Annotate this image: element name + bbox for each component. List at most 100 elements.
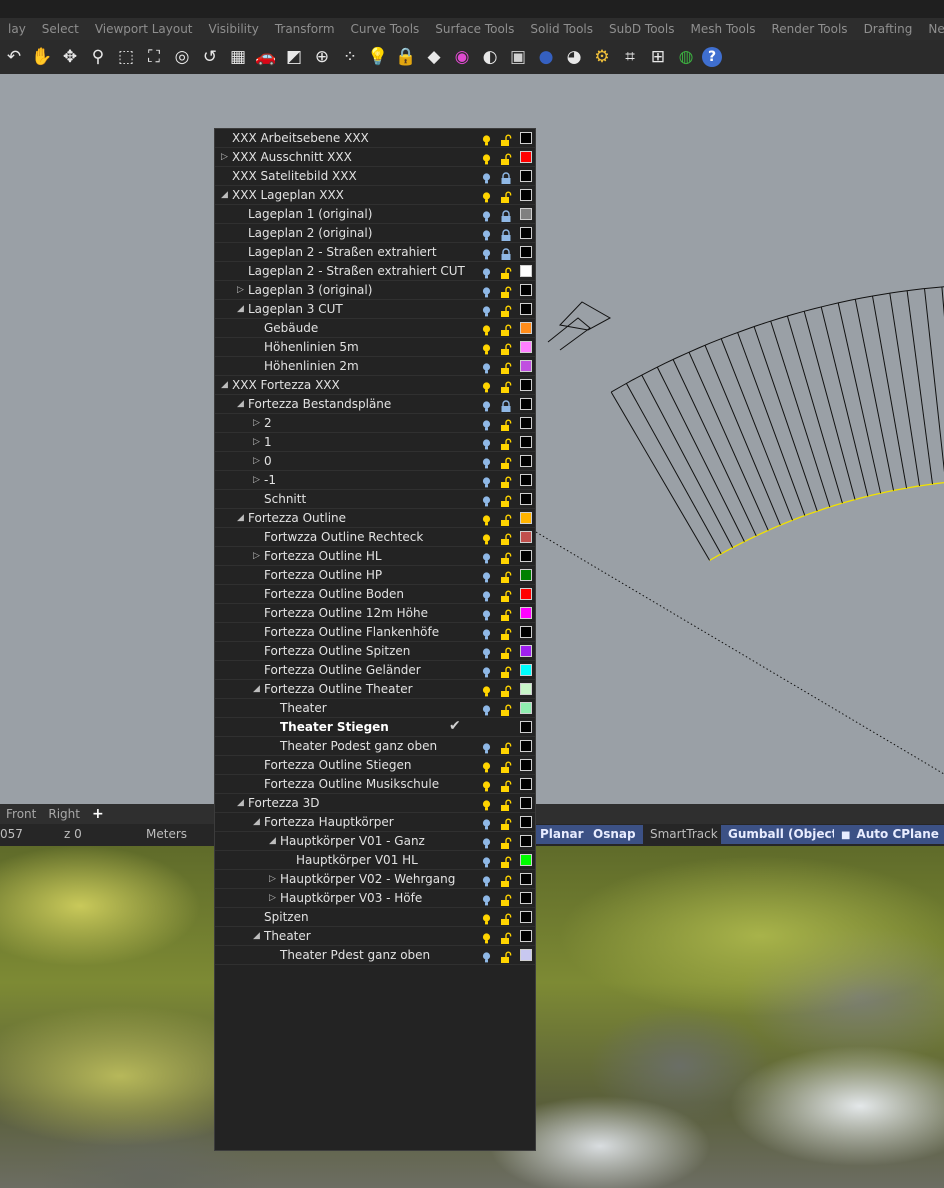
- layer-row[interactable]: Theater Stiegen ✔: [215, 718, 535, 737]
- unlocked-padlock-icon[interactable]: [500, 379, 512, 393]
- render-icon[interactable]: ▣: [506, 45, 530, 69]
- layer-color-swatch[interactable]: [520, 930, 532, 942]
- layer-color-swatch[interactable]: [520, 835, 532, 847]
- ribbon-tab-10[interactable]: Render Tools: [763, 22, 855, 36]
- layer-name[interactable]: Lageplan 3 (original): [248, 283, 372, 297]
- zoom-extents-icon[interactable]: ⛶: [142, 45, 166, 69]
- layer-name[interactable]: Fortezza Hauptkörper: [264, 815, 394, 829]
- layer-color-swatch[interactable]: [520, 721, 532, 733]
- layer-color-swatch[interactable]: [520, 949, 532, 961]
- visibility-lightbulb-icon[interactable]: [480, 797, 493, 811]
- unlocked-padlock-icon[interactable]: [500, 759, 512, 773]
- add-viewport-tab-button[interactable]: +: [86, 806, 110, 822]
- visibility-lightbulb-icon[interactable]: [480, 949, 493, 963]
- unlocked-padlock-icon[interactable]: [500, 265, 512, 279]
- smarttrack-toggle[interactable]: SmartTrack: [650, 827, 718, 841]
- layer-color-swatch[interactable]: [520, 227, 532, 239]
- units-readout[interactable]: Meters: [146, 827, 187, 841]
- help-icon[interactable]: ?: [702, 47, 722, 67]
- gear-options-icon[interactable]: ⚙: [590, 45, 614, 69]
- layer-row[interactable]: Fortezza Outline Flankenhöfe: [215, 623, 535, 642]
- visibility-lightbulb-icon[interactable]: [480, 607, 493, 621]
- layer-name[interactable]: Fortezza Outline 12m Höhe: [264, 606, 428, 620]
- layer-row[interactable]: ◢ Fortezza Outline Theater: [215, 680, 535, 699]
- layer-row[interactable]: Fortezza Outline HP: [215, 566, 535, 585]
- visibility-lightbulb-icon[interactable]: [480, 816, 493, 830]
- layer-color-swatch[interactable]: [520, 379, 532, 391]
- visibility-lightbulb-icon[interactable]: [480, 379, 493, 393]
- expand-arrow-icon[interactable]: ▷: [269, 892, 276, 904]
- layer-row[interactable]: Fortezza Outline 12m Höhe: [215, 604, 535, 623]
- unlocked-padlock-icon[interactable]: [500, 740, 512, 754]
- expand-arrow-icon[interactable]: ▷: [253, 455, 260, 467]
- layer-color-swatch[interactable]: [520, 664, 532, 676]
- layer-color-swatch[interactable]: [520, 151, 532, 163]
- rendered-sphere-icon[interactable]: ◕: [562, 45, 586, 69]
- visibility-lightbulb-icon[interactable]: [480, 569, 493, 583]
- ribbon-tab-8[interactable]: SubD Tools: [601, 22, 682, 36]
- locked-padlock-icon[interactable]: [500, 246, 512, 260]
- unlocked-padlock-icon[interactable]: [500, 683, 512, 697]
- layer-row[interactable]: Höhenlinien 5m: [215, 338, 535, 357]
- visibility-lightbulb-icon[interactable]: [480, 227, 493, 241]
- layer-row[interactable]: ◢ Lageplan 3 CUT: [215, 300, 535, 319]
- named-view-icon[interactable]: ◩: [282, 45, 306, 69]
- layer-name[interactable]: Fortezza Outline HL: [264, 549, 382, 563]
- layer-color-swatch[interactable]: [520, 854, 532, 866]
- planar-toggle[interactable]: Planar: [533, 825, 591, 844]
- layer-row[interactable]: ◢ Fortezza Outline: [215, 509, 535, 528]
- locked-padlock-icon[interactable]: [500, 398, 512, 412]
- locked-padlock-icon[interactable]: [500, 227, 512, 241]
- layer-name[interactable]: Theater Stiegen: [280, 720, 389, 734]
- unlocked-padlock-icon[interactable]: [500, 949, 512, 963]
- layer-row[interactable]: Theater Podest ganz oben: [215, 737, 535, 756]
- layer-color-swatch[interactable]: [520, 683, 532, 695]
- layer-row[interactable]: ▷ 1: [215, 433, 535, 452]
- visibility-lightbulb-icon[interactable]: [480, 151, 493, 165]
- layer-name[interactable]: Fortezza Outline Boden: [264, 587, 404, 601]
- tab-front[interactable]: Front: [0, 807, 42, 821]
- ribbon-tab-11[interactable]: Drafting: [856, 22, 921, 36]
- layer-name[interactable]: XXX Fortezza XXX: [232, 378, 340, 392]
- unlocked-padlock-icon[interactable]: [500, 474, 512, 488]
- layer-row[interactable]: Theater: [215, 699, 535, 718]
- visibility-lightbulb-icon[interactable]: [480, 873, 493, 887]
- layer-name[interactable]: Fortezza Outline Flankenhöfe: [264, 625, 439, 639]
- unlocked-padlock-icon[interactable]: [500, 417, 512, 431]
- layer-color-swatch[interactable]: [520, 436, 532, 448]
- unlocked-padlock-icon[interactable]: [500, 436, 512, 450]
- visibility-lightbulb-icon[interactable]: [480, 303, 493, 317]
- unlocked-padlock-icon[interactable]: [500, 360, 512, 374]
- visibility-lightbulb-icon[interactable]: [480, 854, 493, 868]
- visibility-lightbulb-icon[interactable]: [480, 189, 493, 203]
- layer-color-swatch[interactable]: [520, 702, 532, 714]
- visibility-lightbulb-icon[interactable]: [480, 911, 493, 925]
- layer-row[interactable]: Lageplan 2 - Straßen extrahiert: [215, 243, 535, 262]
- layer-name[interactable]: XXX Ausschnitt XXX: [232, 150, 352, 164]
- layer-row[interactable]: Fortezza Outline Stiegen: [215, 756, 535, 775]
- layer-row[interactable]: Schnitt: [215, 490, 535, 509]
- layer-color-swatch[interactable]: [520, 341, 532, 353]
- visibility-lightbulb-icon[interactable]: [480, 740, 493, 754]
- layer-color-swatch[interactable]: [520, 911, 532, 923]
- ribbon-tab-1[interactable]: Select: [34, 22, 87, 36]
- unlocked-padlock-icon[interactable]: [500, 569, 512, 583]
- layer-row[interactable]: Lageplan 2 (original): [215, 224, 535, 243]
- collapse-arrow-icon[interactable]: ◢: [253, 930, 260, 942]
- visibility-lightbulb-icon[interactable]: [480, 417, 493, 431]
- unlocked-padlock-icon[interactable]: [500, 493, 512, 507]
- unlocked-padlock-icon[interactable]: [500, 873, 512, 887]
- ribbon-tab-2[interactable]: Viewport Layout: [87, 22, 201, 36]
- layer-color-swatch[interactable]: [520, 417, 532, 429]
- visibility-lightbulb-icon[interactable]: [480, 778, 493, 792]
- layer-name[interactable]: Theater: [280, 701, 327, 715]
- layer-name[interactable]: XXX Arbeitsebene XXX: [232, 131, 369, 145]
- layer-row[interactable]: Lageplan 1 (original): [215, 205, 535, 224]
- unlocked-padlock-icon[interactable]: [500, 778, 512, 792]
- undo-icon[interactable]: ↶: [2, 45, 26, 69]
- unlocked-padlock-icon[interactable]: [500, 854, 512, 868]
- unlocked-padlock-icon[interactable]: [500, 322, 512, 336]
- layer-row[interactable]: ▷ 2: [215, 414, 535, 433]
- visibility-lightbulb-icon[interactable]: [480, 360, 493, 374]
- ribbon-tab-3[interactable]: Visibility: [201, 22, 267, 36]
